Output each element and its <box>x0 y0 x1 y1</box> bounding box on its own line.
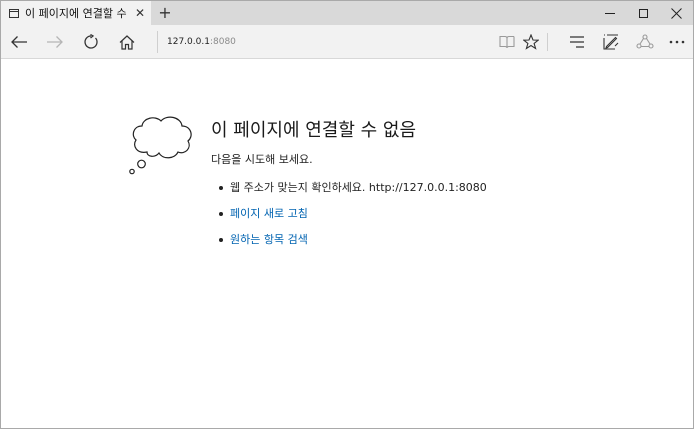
maximize-icon <box>638 8 648 18</box>
home-icon <box>119 34 135 50</box>
forward-button[interactable] <box>41 28 69 56</box>
web-note-icon <box>603 34 619 50</box>
minimize-icon <box>605 12 615 14</box>
refresh-icon <box>84 34 98 49</box>
error-heading: 이 페이지에 연결할 수 없음 <box>211 120 417 141</box>
list-item: 웹 주소가 맞는지 확인하세요. http://127.0.0.1:8080 <box>219 181 487 207</box>
favorite-button[interactable] <box>517 28 545 56</box>
new-tab-button[interactable]: + <box>155 3 175 23</box>
maximize-button[interactable] <box>626 1 660 25</box>
more-button[interactable] <box>663 28 691 56</box>
search-link[interactable]: 원하는 항목 검색 <box>230 233 308 246</box>
refresh-page-link[interactable]: 페이지 새로 고침 <box>230 207 308 220</box>
hub-icon <box>570 36 584 48</box>
reading-view-icon <box>499 35 515 49</box>
share-button[interactable] <box>631 28 659 56</box>
check-address-text: 웹 주소가 맞는지 확인하세요. http://127.0.0.1:8080 <box>230 181 487 194</box>
address-port: :8080 <box>209 37 236 47</box>
browser-window: 이 페이지에 연결할 수 ✕ + 127.0.0.1:8080 이 페이지에 … <box>0 0 694 429</box>
home-button[interactable] <box>113 28 141 56</box>
address-bar[interactable]: 127.0.0.1:8080 <box>157 31 487 53</box>
suggestion-list: 웹 주소가 맞는지 확인하세요. http://127.0.0.1:8080 페… <box>219 181 487 259</box>
page-icon <box>9 8 19 18</box>
error-subheading: 다음을 시도해 보세요. <box>211 153 313 166</box>
hub-button[interactable] <box>563 28 591 56</box>
forward-icon <box>47 36 63 48</box>
close-window-button[interactable] <box>659 1 693 25</box>
minimize-button[interactable] <box>593 1 627 25</box>
back-button[interactable] <box>5 28 33 56</box>
list-item: 원하는 항목 검색 <box>219 233 487 259</box>
web-note-button[interactable] <box>597 28 625 56</box>
share-icon <box>636 34 654 49</box>
favorite-star-icon <box>523 34 539 50</box>
refresh-button[interactable] <box>77 28 105 56</box>
tab-strip: 이 페이지에 연결할 수 ✕ + <box>1 1 693 25</box>
tab-title: 이 페이지에 연결할 수 <box>25 7 127 20</box>
tab-close-icon[interactable]: ✕ <box>135 5 145 21</box>
toolbar-separator <box>547 33 548 51</box>
back-icon <box>11 36 27 48</box>
active-tab[interactable]: 이 페이지에 연결할 수 ✕ <box>1 1 151 25</box>
address-host: 127.0.0.1 <box>167 37 210 47</box>
thought-cloud-icon <box>129 116 192 175</box>
close-icon <box>670 7 682 19</box>
navigation-bar: 127.0.0.1:8080 <box>1 25 693 59</box>
list-item: 페이지 새로 고침 <box>219 207 487 233</box>
more-icon <box>669 40 685 44</box>
page-content: 이 페이지에 연결할 수 없음 다음을 시도해 보세요. 웹 주소가 맞는지 확… <box>1 59 693 428</box>
